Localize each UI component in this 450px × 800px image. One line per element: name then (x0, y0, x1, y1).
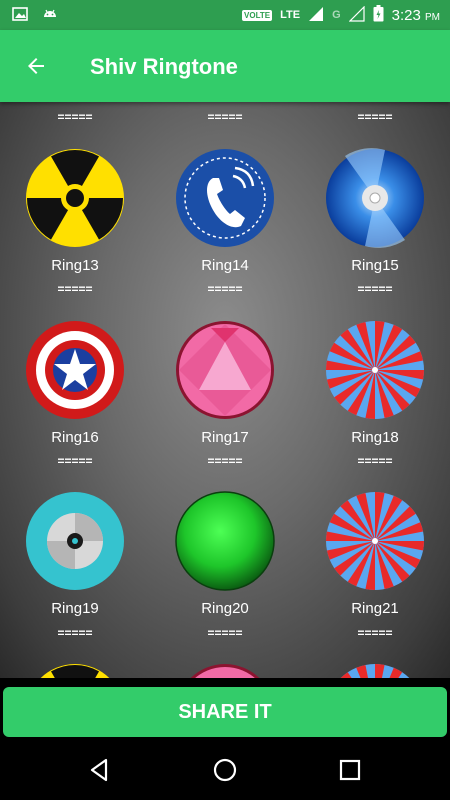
ring-label[interactable]: Ring20 (150, 600, 300, 617)
clock-ampm: PM (425, 11, 440, 23)
ring-label[interactable]: Ring19 (0, 600, 150, 617)
separator: ===== (207, 282, 243, 296)
spiral-icon[interactable] (325, 320, 425, 420)
ring-label[interactable]: Ring13 (0, 257, 150, 274)
phone-icon[interactable] (175, 148, 275, 248)
ring-label[interactable]: Ring17 (150, 429, 300, 446)
ring-label[interactable]: Ring14 (150, 257, 300, 274)
nav-back-icon[interactable] (85, 755, 115, 785)
gallery-icon (12, 6, 28, 27)
signal-weak-icon (348, 5, 365, 25)
network-g-indicator: G (332, 9, 341, 21)
separator: ===== (357, 282, 393, 296)
separator: ===== (357, 454, 393, 468)
ring-label[interactable]: Ring16 (0, 429, 150, 446)
back-button[interactable] (18, 48, 54, 84)
nav-home-icon[interactable] (210, 755, 240, 785)
navigation-bar (0, 740, 450, 800)
spiral-icon[interactable] (325, 491, 425, 591)
nav-recents-icon[interactable] (335, 755, 365, 785)
ringtone-grid: ===== ===== ===== Ring13 Ring14 Ring15 =… (0, 102, 450, 678)
shield-star-icon[interactable] (25, 320, 125, 420)
separator: ===== (57, 626, 93, 640)
clock: 3:23 PM (392, 7, 440, 24)
separator: ===== (357, 110, 393, 124)
triangle-gem-icon[interactable] (175, 320, 275, 420)
arrow-back-icon (28, 58, 44, 74)
separator: ===== (57, 454, 93, 468)
volte-badge: VOLTE (242, 9, 273, 21)
green-ball-icon[interactable] (175, 491, 275, 591)
disc-icon[interactable] (325, 148, 425, 248)
ring-label[interactable]: Ring15 (300, 257, 450, 274)
separator: ===== (57, 110, 93, 124)
separator: ===== (207, 454, 243, 468)
ring-label[interactable]: Ring18 (300, 429, 450, 446)
radiation-icon[interactable] (25, 663, 125, 678)
android-icon (42, 6, 58, 27)
share-button[interactable]: SHARE IT (3, 687, 447, 737)
separator: ===== (207, 626, 243, 640)
signal-icon (308, 6, 324, 25)
clock-time: 3:23 (391, 6, 421, 24)
app-bar: Shiv Ringtone (0, 30, 450, 102)
status-bar: VOLTE LTE G 3:23 PM (0, 0, 450, 30)
ring-label[interactable]: Ring21 (300, 600, 450, 617)
page-title: Shiv Ringtone (90, 54, 238, 79)
separator: ===== (207, 110, 243, 124)
separator: ===== (57, 282, 93, 296)
separator: ===== (357, 626, 393, 640)
radiation-icon[interactable] (25, 148, 125, 248)
triangle-gem-icon[interactable] (175, 663, 275, 678)
battery-icon (373, 5, 384, 25)
cd-icon[interactable] (25, 491, 125, 591)
spiral-icon[interactable] (325, 663, 425, 678)
lte-indicator: LTE (280, 9, 301, 21)
